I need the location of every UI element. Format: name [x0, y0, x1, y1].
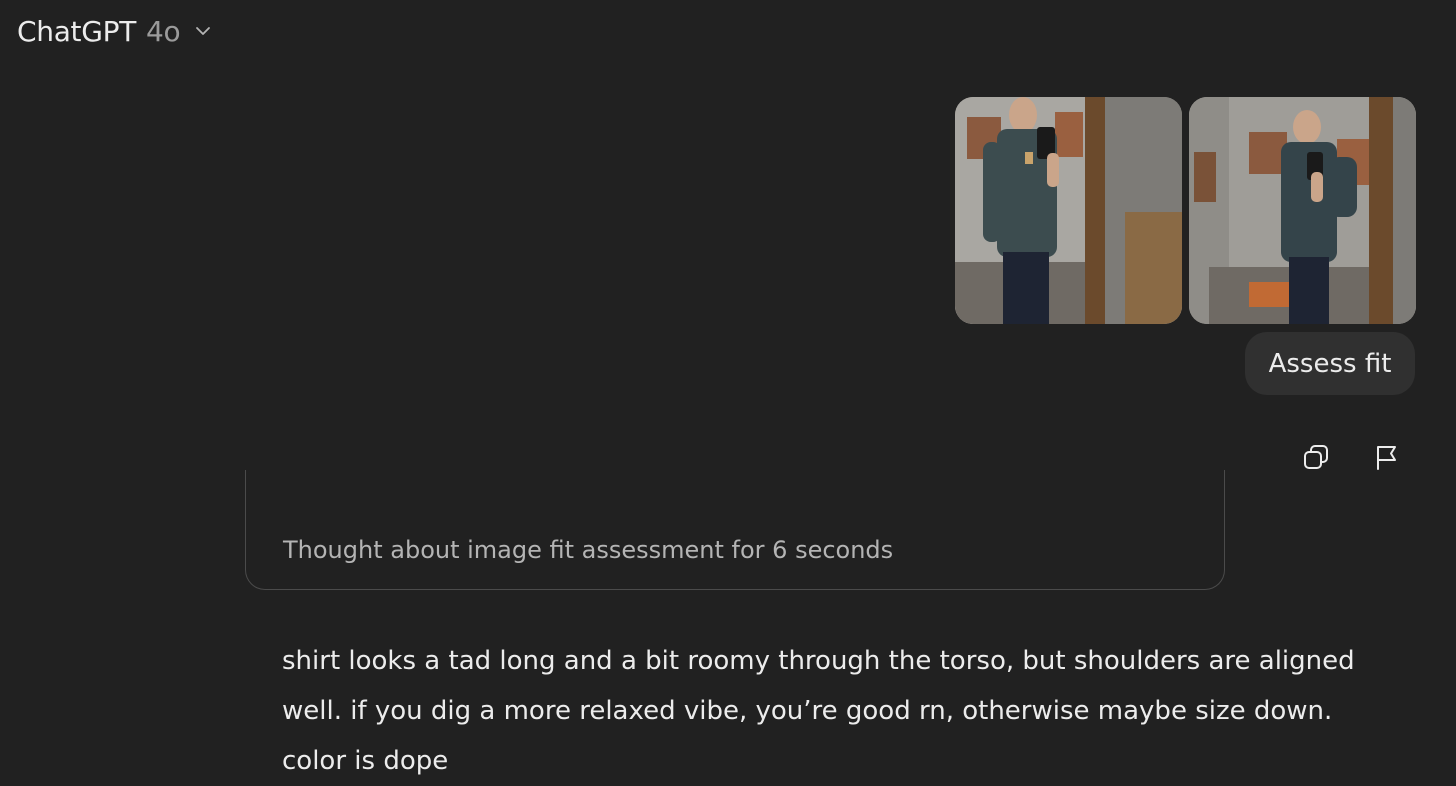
model-name: ChatGPT [17, 14, 137, 48]
chevron-down-icon [194, 22, 212, 40]
flag-icon [1372, 442, 1402, 476]
user-image-attachments [955, 97, 1416, 324]
thought-label: Thought about image fit assessment for 6… [283, 536, 894, 564]
model-selector[interactable]: ChatGPT 4o [17, 12, 212, 50]
copy-icon [1301, 442, 1331, 476]
thought-summary[interactable]: Thought about image fit assessment for 6… [245, 470, 1225, 590]
attached-image[interactable] [1189, 97, 1416, 324]
attached-image[interactable] [955, 97, 1182, 324]
copy-button[interactable] [1298, 441, 1334, 477]
assistant-response: shirt looks a tad long and a bit roomy t… [282, 646, 1355, 776]
report-button[interactable] [1369, 441, 1405, 477]
model-version: 4o [146, 14, 181, 48]
user-message-bubble: Assess fit [1245, 332, 1415, 395]
